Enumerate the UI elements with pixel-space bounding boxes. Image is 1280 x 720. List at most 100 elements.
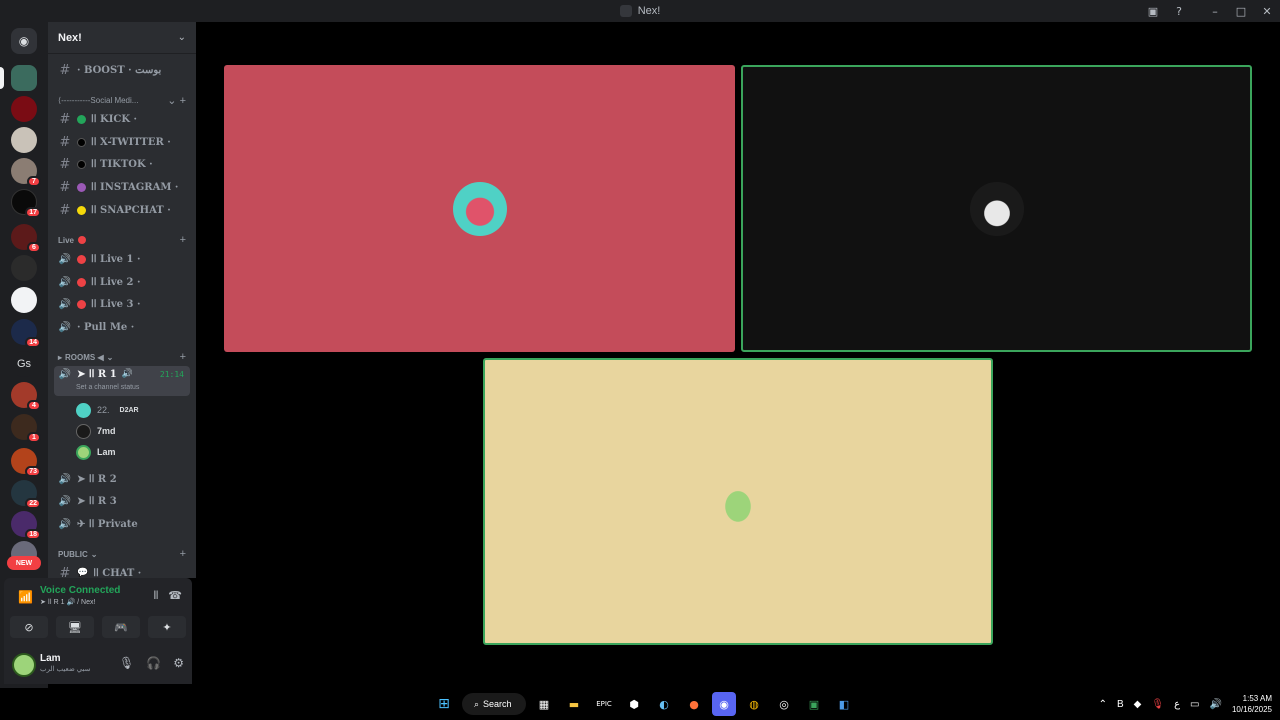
channel-kick[interactable]: # اا KICK · xyxy=(54,109,190,129)
microphone-icon[interactable]: 🎙 xyxy=(119,656,134,670)
cube-app-icon[interactable]: ⬢ xyxy=(622,692,646,716)
activities-button[interactable]: 🎮 xyxy=(102,616,140,638)
voice-channel-pull-me[interactable]: 🔊 · Pull Me · xyxy=(54,317,190,337)
server-icon[interactable]: 22 xyxy=(11,480,41,509)
clock[interactable]: 1:53 AM 10/16/2025 xyxy=(1232,693,1272,715)
server-name: Nex! xyxy=(58,31,82,44)
voice-channel-private[interactable]: 🔊 ✈ اا Private xyxy=(54,514,190,534)
screen-share-button[interactable]: 🖥 xyxy=(56,616,94,638)
category-public[interactable]: PUBLIC ⌄ + xyxy=(54,546,190,562)
screen-share-icon[interactable]: ▣ xyxy=(1140,0,1166,22)
close-button[interactable]: ✕ xyxy=(1254,0,1280,22)
firefox-icon[interactable]: ● xyxy=(682,692,706,716)
epic-games-icon[interactable]: EPIC xyxy=(592,692,616,716)
voice-channel-live-3[interactable]: 🔊 اا Live 3 · xyxy=(54,294,190,314)
add-channel-icon[interactable]: ⌄ + xyxy=(167,94,186,107)
tray-app-icon[interactable]: ◆ xyxy=(1134,699,1142,710)
participant-tile-speaking[interactable] xyxy=(741,65,1252,352)
channel-status[interactable]: Set a channel status xyxy=(76,384,139,391)
voice-channel-r3[interactable]: 🔊 ➤ اا R 3 xyxy=(54,491,190,511)
windows-start-icon[interactable]: ⊞ xyxy=(432,692,456,716)
add-channel-icon[interactable]: + xyxy=(180,548,186,560)
headphones-icon[interactable]: 🎧 xyxy=(146,656,161,670)
maximize-button[interactable]: □ xyxy=(1228,0,1254,22)
voice-user[interactable]: 7md xyxy=(76,422,116,440)
search-label: Search xyxy=(483,699,512,709)
clock-date: 10/16/2025 xyxy=(1231,705,1272,714)
voice-user[interactable]: Lam xyxy=(76,443,116,461)
help-icon[interactable]: ? xyxy=(1166,0,1192,22)
server-icon[interactable] xyxy=(11,255,37,281)
voice-channel-live-2[interactable]: 🔊 اا Live 2 · xyxy=(54,272,190,292)
discord-icon[interactable]: ◉ xyxy=(712,692,736,716)
app-icon[interactable]: ▣ xyxy=(802,692,826,716)
chrome-icon[interactable]: ◍ xyxy=(742,692,766,716)
tray-app-icon[interactable]: B xyxy=(1117,699,1124,710)
direct-messages-button[interactable]: ◉ xyxy=(11,28,37,54)
channel-label: · Pull Me · xyxy=(77,321,135,333)
window-title-text: Nex! xyxy=(637,5,661,17)
store-icon[interactable]: ▦ xyxy=(532,692,556,716)
server-icon[interactable]: 14 xyxy=(11,319,41,348)
voice-controls: ⫴ ☎ xyxy=(154,589,182,603)
input-language[interactable]: ع xyxy=(1174,699,1180,710)
server-icon[interactable]: 17 xyxy=(11,189,41,218)
channel-snapchat[interactable]: # اا SNAPCHAT · xyxy=(54,200,190,220)
gear-icon[interactable]: ⚙ xyxy=(173,656,184,670)
voice-channel-link[interactable]: ➤ اا R 1 🔊 / Nex! xyxy=(40,598,95,606)
minimize-button[interactable]: – xyxy=(1202,0,1228,22)
category-rooms[interactable]: ▸ ROOMS ◀ ⌄ + xyxy=(54,349,190,365)
server-icon[interactable]: 4 xyxy=(11,382,41,411)
voice-channel-live-1[interactable]: 🔊 اا Live 1 · xyxy=(54,249,190,269)
user-status: سبي ضعيب الرب xyxy=(40,666,91,673)
avatar xyxy=(452,181,507,236)
server-icon-nex[interactable] xyxy=(0,65,37,91)
text-channel-icon: # xyxy=(59,565,71,579)
category-social-media[interactable]: ⟨-----------Social Medi... ⌄ + xyxy=(54,92,190,108)
participant-tile[interactable] xyxy=(224,65,735,352)
server-icon[interactable]: 73 xyxy=(11,448,41,477)
voice-user-name: 7md xyxy=(97,426,116,436)
volume-icon[interactable]: 🔊 xyxy=(1210,699,1222,710)
participant-tile-speaking[interactable] xyxy=(483,358,993,645)
server-icon[interactable] xyxy=(11,127,37,153)
network-icon[interactable]: ▭ xyxy=(1190,699,1199,710)
soundboard-button[interactable]: ✦ xyxy=(148,616,186,638)
category-live[interactable]: Live + xyxy=(54,232,190,248)
steam-icon[interactable]: ◐ xyxy=(652,692,676,716)
microphone-icon[interactable]: 🎙 xyxy=(1151,699,1164,710)
add-channel-icon[interactable]: + xyxy=(180,234,186,246)
obs-icon[interactable]: ◎ xyxy=(772,692,796,716)
voice-channel-r1[interactable]: 🔊 ➤ اا R 1 🔊 21:14 Set a channel status xyxy=(54,366,190,396)
channel-label: ➤ اا R 1 xyxy=(77,369,117,380)
text-channel-icon: # xyxy=(59,202,71,218)
folder-icon[interactable]: ▬ xyxy=(562,692,586,716)
channel-instagram[interactable]: # اا INSTAGRAM · xyxy=(54,177,190,197)
app-icon[interactable]: ◧ xyxy=(832,692,856,716)
signal-icon[interactable]: 📶 xyxy=(18,590,33,604)
server-icon[interactable] xyxy=(11,96,37,122)
server-icon[interactable]: 6 xyxy=(11,224,41,253)
chevron-up-icon[interactable]: ⌃ xyxy=(1099,699,1107,710)
camera-off-button[interactable]: ⊘ xyxy=(10,616,48,638)
avatar[interactable] xyxy=(12,653,36,677)
instagram-logo-icon xyxy=(77,182,86,192)
noise-suppression-icon[interactable]: ⫴ xyxy=(154,589,159,603)
server-icon-gs[interactable]: Gs xyxy=(11,351,37,377)
disconnect-icon[interactable]: ☎ xyxy=(168,589,182,603)
server-icon[interactable] xyxy=(11,287,37,313)
server-icon[interactable]: 18 xyxy=(11,511,41,540)
server-icon[interactable]: 1 xyxy=(11,414,41,443)
channel-tiktok[interactable]: # اا TIKTOK · xyxy=(54,154,190,174)
channel-x-twitter[interactable]: # اا X-TWITTER · xyxy=(54,132,190,152)
voice-user-name: 22. xyxy=(97,405,110,415)
server-icon[interactable]: 7 xyxy=(11,158,41,187)
add-channel-icon[interactable]: + xyxy=(180,351,186,363)
taskbar-search[interactable]: ⌕ Search xyxy=(462,693,526,715)
voice-user[interactable]: 22. D2AR xyxy=(76,401,139,419)
server-header[interactable]: Nex! ⌄ xyxy=(48,22,196,54)
channel-chat[interactable]: # 💬 اا CHAT · xyxy=(54,563,190,579)
avatar xyxy=(969,181,1024,236)
voice-channel-r2[interactable]: 🔊 ➤ اا R 2 xyxy=(54,469,190,489)
channel-boost[interactable]: # · BOOST · بوست xyxy=(54,60,190,80)
